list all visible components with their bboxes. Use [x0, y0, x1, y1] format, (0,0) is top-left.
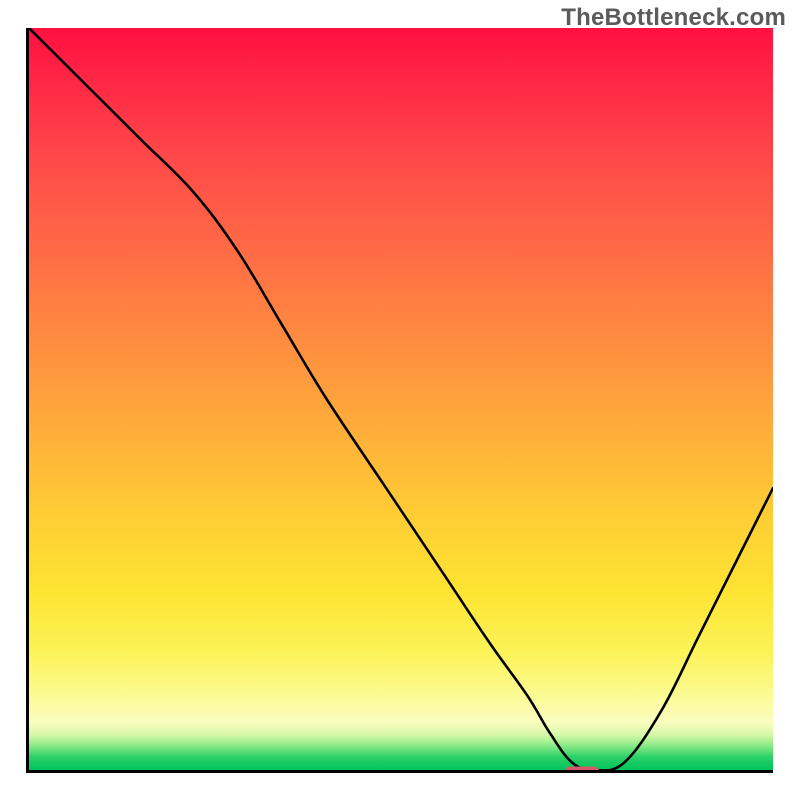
plot-area: [26, 28, 773, 773]
bottleneck-curve: [29, 28, 773, 770]
chart-container: TheBottleneck.com: [0, 0, 800, 800]
optimal-marker: [564, 767, 600, 774]
watermark-text: TheBottleneck.com: [561, 4, 786, 32]
